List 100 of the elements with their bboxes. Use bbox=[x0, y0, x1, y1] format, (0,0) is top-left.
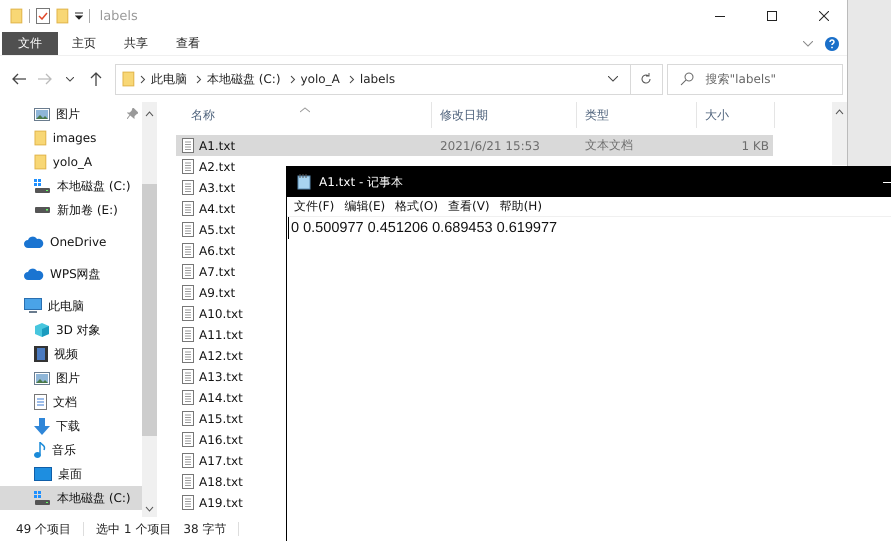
text-file-icon bbox=[182, 411, 194, 426]
file-name: A15.txt bbox=[199, 412, 243, 426]
column-header[interactable]: 修改日期 bbox=[432, 102, 577, 128]
dropdown-caret-icon[interactable] bbox=[608, 76, 618, 82]
file-name: A18.txt bbox=[199, 474, 243, 488]
chevron-icon bbox=[196, 74, 202, 84]
menu-item[interactable]: 查看(V) bbox=[443, 198, 495, 215]
refresh-icon[interactable] bbox=[640, 73, 652, 85]
file-row[interactable]: A10.txt bbox=[176, 303, 284, 324]
file-name: A2.txt bbox=[199, 160, 236, 174]
file-row[interactable]: A16.txt bbox=[176, 429, 284, 450]
sidebar-item[interactable]: yolo_A bbox=[0, 150, 142, 174]
sidebar-item[interactable]: 此电脑 bbox=[0, 294, 142, 318]
text-file-icon bbox=[182, 201, 194, 216]
scrollbar-thumb[interactable] bbox=[142, 184, 157, 436]
file-row[interactable]: A12.txt bbox=[176, 345, 284, 366]
sidebar-item[interactable]: 音乐 bbox=[0, 438, 142, 462]
column-header[interactable]: 类型 bbox=[577, 102, 697, 128]
picture-icon bbox=[34, 108, 50, 120]
back-arrow-icon[interactable] bbox=[12, 73, 26, 85]
menu-item[interactable]: 编辑(E) bbox=[339, 198, 390, 215]
ribbon-tab[interactable]: 文件 bbox=[2, 32, 58, 55]
sidebar-item[interactable]: 下载 bbox=[0, 414, 142, 438]
file-row[interactable]: A18.txt bbox=[176, 471, 284, 492]
menu-item[interactable]: 格式(O) bbox=[390, 198, 444, 215]
dropdown-icon[interactable] bbox=[74, 12, 83, 20]
file-row[interactable]: A1.txt 2021/6/21 15:53 文本文档 1 KB bbox=[176, 135, 773, 156]
drive-icon bbox=[34, 491, 51, 505]
scrollbar[interactable] bbox=[142, 102, 157, 517]
scrollbar[interactable] bbox=[832, 102, 847, 165]
ribbon-tab[interactable]: 主页 bbox=[58, 32, 110, 55]
column-header[interactable]: 大小 bbox=[697, 102, 775, 128]
text-file-icon bbox=[182, 306, 194, 321]
text-file-icon bbox=[182, 348, 194, 363]
cube-icon bbox=[34, 322, 50, 338]
file-row[interactable]: A6.txt bbox=[176, 240, 284, 261]
document-icon bbox=[34, 394, 47, 410]
chevron-icon bbox=[290, 74, 296, 84]
file-name: A10.txt bbox=[199, 306, 243, 320]
item-count: 49 个项目 bbox=[16, 520, 72, 538]
picture-icon bbox=[34, 372, 50, 384]
breadcrumb[interactable]: 此电脑 bbox=[150, 70, 187, 88]
folder-icon bbox=[56, 8, 69, 24]
sidebar-item[interactable]: WPS网盘 bbox=[0, 262, 142, 286]
sidebar-item[interactable]: 新加卷 (E:) bbox=[0, 198, 142, 222]
cloud-icon bbox=[24, 236, 44, 248]
maximize-icon[interactable] bbox=[767, 11, 777, 21]
sidebar-item[interactable]: 3D 对象 bbox=[0, 318, 142, 342]
file-row[interactable]: A5.txt bbox=[176, 219, 284, 240]
caret-icon[interactable] bbox=[66, 76, 74, 82]
file-row[interactable]: A3.txt bbox=[176, 177, 284, 198]
search-field[interactable]: 搜索"labels" bbox=[666, 64, 844, 94]
close-icon[interactable] bbox=[819, 11, 829, 21]
column-header[interactable]: 名称 bbox=[176, 102, 432, 128]
sidebar-item[interactable]: 本地磁盘 (C:) bbox=[0, 486, 142, 510]
menu-item[interactable]: 帮助(H) bbox=[494, 198, 547, 215]
search-icon bbox=[680, 72, 694, 86]
sidebar-item[interactable]: images bbox=[0, 126, 142, 150]
text-file-icon bbox=[182, 390, 194, 405]
file-row[interactable]: A7.txt bbox=[176, 261, 284, 282]
properties-icon[interactable] bbox=[36, 8, 50, 24]
file-row[interactable]: A9.txt bbox=[176, 282, 284, 303]
address-bar[interactable]: 此电脑 本地磁盘 (C:) yolo_A labels bbox=[115, 64, 663, 94]
breadcrumb[interactable]: 本地磁盘 (C:) bbox=[206, 70, 281, 88]
menu-item[interactable]: 文件(F) bbox=[289, 198, 340, 215]
text-file-icon bbox=[182, 327, 194, 342]
file-row[interactable]: A14.txt bbox=[176, 387, 284, 408]
file-row[interactable]: A19.txt bbox=[176, 492, 284, 513]
sidebar-item[interactable]: 图片 bbox=[0, 366, 142, 390]
text-file-icon bbox=[182, 474, 194, 489]
file-row[interactable]: A2.txt bbox=[176, 156, 284, 177]
sidebar-item[interactable]: 视频 bbox=[0, 342, 142, 366]
breadcrumb[interactable]: yolo_A bbox=[300, 72, 340, 86]
text-file-icon bbox=[182, 285, 194, 300]
file-row[interactable]: A15.txt bbox=[176, 408, 284, 429]
sidebar-item[interactable]: 本地磁盘 (C:) bbox=[0, 174, 142, 198]
cloud-icon bbox=[24, 268, 44, 280]
sort-ascending-icon[interactable] bbox=[300, 107, 310, 113]
file-row[interactable]: A4.txt bbox=[176, 198, 284, 219]
file-name: A16.txt bbox=[199, 432, 243, 446]
ribbon-tab[interactable]: 共享 bbox=[110, 32, 162, 55]
window-title: labels bbox=[100, 8, 139, 24]
breadcrumb[interactable]: labels bbox=[360, 72, 396, 86]
sidebar-item[interactable]: OneDrive bbox=[0, 230, 142, 254]
sidebar-item[interactable]: 图片 bbox=[0, 102, 142, 126]
file-name: A17.txt bbox=[199, 454, 243, 468]
file-name: A6.txt bbox=[199, 244, 236, 258]
file-row[interactable]: A17.txt bbox=[176, 450, 284, 471]
file-name: A19.txt bbox=[199, 496, 243, 510]
file-name: A7.txt bbox=[199, 264, 236, 278]
text-content[interactable]: 0 0.500977 0.451206 0.689453 0.619977 bbox=[288, 217, 891, 239]
file-row[interactable]: A11.txt bbox=[176, 324, 284, 345]
help-icon[interactable] bbox=[825, 36, 839, 50]
file-row[interactable]: A13.txt bbox=[176, 366, 284, 387]
sidebar-item[interactable]: 文档 bbox=[0, 390, 142, 414]
sidebar-item[interactable]: 桌面 bbox=[0, 462, 142, 486]
drive-icon bbox=[34, 179, 51, 193]
expand-ribbon-icon[interactable] bbox=[803, 40, 813, 46]
up-arrow-icon[interactable] bbox=[90, 72, 102, 86]
ribbon-tab[interactable]: 查看 bbox=[162, 32, 214, 55]
